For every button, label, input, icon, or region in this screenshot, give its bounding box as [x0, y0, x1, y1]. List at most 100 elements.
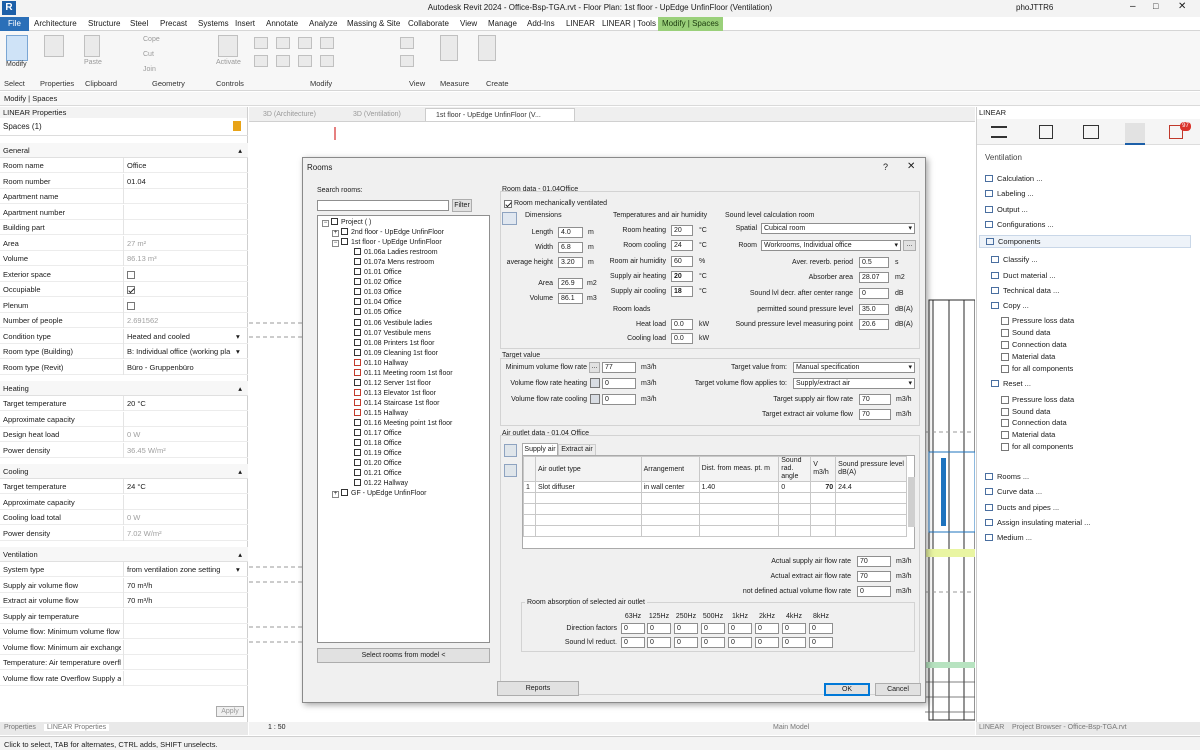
section-heating[interactable]: Heating ▴	[0, 381, 248, 396]
collapse-caret-icon[interactable]: ▴	[238, 547, 242, 562]
cmd-assign-insulating-material[interactable]: Assign insulating material ...	[985, 518, 1090, 527]
property-row[interactable]: Area 27 m²	[0, 235, 248, 251]
copy-option-checkbox[interactable]	[1001, 352, 1009, 361]
property-value[interactable]: 0 W	[127, 510, 245, 525]
direction-factor-input[interactable]: 0	[755, 623, 779, 634]
property-value[interactable]: from ventilation zone setting	[127, 562, 245, 577]
activate-icon[interactable]	[218, 35, 238, 57]
property-row[interactable]: Temperature: Air temperature overfl	[0, 655, 248, 670]
direction-factor-input[interactable]: 0	[674, 623, 698, 634]
reset-option[interactable]: Sound data	[1001, 407, 1050, 416]
property-value[interactable]: 7.02 W/m²	[127, 526, 245, 541]
property-row[interactable]: Target temperature 24 °C	[0, 479, 248, 494]
tab-file[interactable]: File	[0, 17, 29, 31]
property-row[interactable]: Condition type Heated and cooled ▾	[0, 328, 248, 344]
components-header[interactable]: Components	[979, 235, 1191, 249]
property-value[interactable]	[127, 267, 245, 282]
tab-floor-plan[interactable]: 1st floor - UpEdge UnfinFloor (V...	[425, 108, 575, 121]
direction-factor-input[interactable]: 0	[809, 623, 833, 634]
tab-properties[interactable]: Properties	[4, 724, 36, 731]
property-value[interactable]: 86.13 m³	[127, 251, 245, 266]
sound-reduction-input[interactable]: 0	[755, 637, 779, 648]
tab-manage[interactable]: Manage	[484, 17, 521, 31]
collapse-caret-icon[interactable]: ▴	[238, 143, 242, 158]
cmd-technical-data[interactable]: Technical data ...	[991, 286, 1059, 295]
property-row[interactable]: Volume 86.13 m³	[0, 251, 248, 266]
copy-option[interactable]: Material data	[1001, 352, 1055, 361]
dropdown-arrow-icon[interactable]: ▾	[236, 344, 240, 359]
collapse-caret-icon[interactable]: ▴	[238, 381, 242, 396]
direction-factor-input[interactable]: 0	[701, 623, 725, 634]
offset-icon[interactable]	[276, 37, 290, 49]
copy-option-checkbox[interactable]	[1001, 341, 1009, 350]
tab-linear-tools[interactable]: LINEAR | Tools	[598, 17, 660, 31]
tab-analyze[interactable]: Analyze	[305, 17, 341, 31]
create-icon[interactable]	[478, 35, 496, 61]
ok-button[interactable]: OK	[824, 683, 870, 696]
dropdown-arrow-icon[interactable]: ▾	[236, 562, 240, 577]
minimize-button[interactable]: –	[1130, 1, 1136, 12]
property-row[interactable]: System type from ventilation zone setting…	[0, 562, 248, 577]
property-row[interactable]: Number of people 2.691562	[0, 313, 248, 328]
reset-option-checkbox[interactable]	[1001, 395, 1009, 404]
sound-reduction-input[interactable]: 0	[621, 637, 645, 648]
section-cooling[interactable]: Cooling ▴	[0, 464, 248, 479]
property-row[interactable]: Room number 01.04	[0, 173, 248, 189]
copy-option-checkbox[interactable]	[1001, 364, 1009, 373]
property-row[interactable]: Apartment name	[0, 189, 248, 204]
user-name[interactable]: phoJTTR6	[1016, 3, 1053, 12]
property-row[interactable]: Occupiable	[0, 282, 248, 297]
cmd-reset[interactable]: Reset ...	[991, 379, 1031, 388]
cmd-curve-data[interactable]: Curve data ...	[985, 487, 1042, 496]
property-value[interactable]: 0 W	[127, 427, 245, 442]
property-value[interactable]: 20 °C	[127, 396, 245, 411]
tab-collaborate[interactable]: Collaborate	[404, 17, 453, 31]
section-ventilation[interactable]: Ventilation ▴	[0, 547, 248, 562]
collapse-caret-icon[interactable]: ▴	[238, 464, 242, 479]
tab-massing-site[interactable]: Massing & Site	[343, 17, 404, 31]
direction-factor-input[interactable]: 0	[621, 623, 645, 634]
join-label[interactable]: Join	[143, 66, 156, 73]
maximize-button[interactable]: □	[1153, 1, 1158, 11]
cmd-ducts-and-pipes[interactable]: Ducts and pipes ...	[985, 503, 1059, 512]
property-row[interactable]: Volume flow rate Overflow Supply a	[0, 670, 248, 686]
property-row[interactable]: Target temperature 20 °C	[0, 396, 248, 411]
mirror-draw-icon[interactable]	[320, 37, 334, 49]
property-row[interactable]: Room name Office	[0, 158, 248, 173]
copy-option[interactable]: Connection data	[1001, 340, 1067, 350]
tab-add-ins[interactable]: Add-Ins	[523, 17, 559, 31]
property-row[interactable]: Plenum	[0, 297, 248, 313]
property-row[interactable]: Supply air volume flow 70 m³/h	[0, 577, 248, 593]
sound-reduction-input[interactable]: 0	[728, 637, 752, 648]
general-checkbox[interactable]	[127, 286, 135, 295]
property-value[interactable]: 24 °C	[127, 479, 245, 494]
property-row[interactable]: Approximate capacity	[0, 494, 248, 510]
property-row[interactable]: Room type (Revit) Büro - Gruppenbüro	[0, 359, 248, 375]
property-value[interactable]: 2.691562	[127, 313, 245, 328]
paste-icon[interactable]	[84, 35, 100, 57]
cmd-output[interactable]: Output ...	[985, 205, 1028, 214]
property-value[interactable]: 70 m³/h	[127, 593, 245, 608]
property-row[interactable]: Approximate capacity	[0, 411, 248, 427]
cmd-duct-material[interactable]: Duct material ...	[991, 271, 1056, 280]
property-row[interactable]: Supply air temperature	[0, 608, 248, 624]
apply-button[interactable]: Apply	[216, 706, 244, 717]
property-row[interactable]: Exterior space	[0, 266, 248, 282]
reset-option[interactable]: Pressure loss data	[1001, 395, 1074, 404]
modify-icon[interactable]	[6, 35, 28, 61]
cmd-medium[interactable]: Medium ...	[985, 533, 1032, 542]
trim-icon[interactable]	[320, 55, 334, 67]
dropdown-arrow-icon[interactable]: ▾	[236, 329, 240, 344]
property-value[interactable]: 70 m³/h	[127, 578, 245, 593]
property-value[interactable]	[127, 282, 245, 297]
reset-option-checkbox[interactable]	[1001, 431, 1009, 440]
delete-icon[interactable]	[400, 55, 414, 67]
tab-linear-properties[interactable]: LINEAR Properties	[44, 724, 110, 731]
copy-option[interactable]: for all components	[1001, 364, 1073, 373]
tab-annotate[interactable]: Annotate	[262, 17, 302, 31]
property-row[interactable]: Volume flow: Minimum air exchange	[0, 639, 248, 655]
properties-icon[interactable]	[44, 35, 64, 57]
property-value[interactable]: B: Individual office (working pla	[127, 344, 245, 359]
copy-option-checkbox[interactable]	[1001, 329, 1009, 338]
property-row[interactable]: Power density 7.02 W/m²	[0, 525, 248, 541]
